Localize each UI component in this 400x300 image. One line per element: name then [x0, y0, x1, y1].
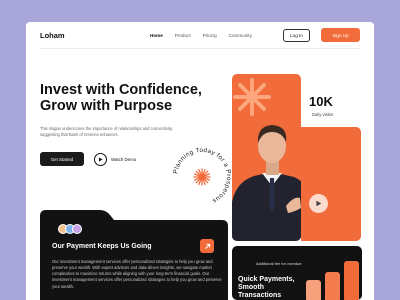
nav-home[interactable]: Home	[150, 33, 163, 38]
watch-demo-link[interactable]: Watch Demo	[94, 152, 136, 166]
payment-card-arrow-button[interactable]	[200, 239, 214, 253]
video-play-button[interactable]	[309, 194, 328, 213]
arrow-up-right-icon	[204, 243, 210, 249]
play-icon	[94, 152, 107, 166]
play-icon	[316, 200, 322, 207]
watch-demo-label: Watch Demo	[111, 156, 137, 162]
signup-button[interactable]: Sign Up	[321, 28, 360, 42]
brand-logo[interactable]: Loham	[40, 31, 65, 40]
nav-pricing[interactable]: Pricing	[203, 33, 217, 38]
nav-product[interactable]: Product	[175, 33, 191, 38]
login-button[interactable]: Log In	[283, 29, 310, 42]
get-started-button[interactable]: Get Started	[40, 152, 84, 166]
nav-community[interactable]: Community	[229, 33, 252, 38]
header-divider	[40, 48, 360, 49]
main-nav: Home Product Pricing Community	[150, 33, 252, 38]
